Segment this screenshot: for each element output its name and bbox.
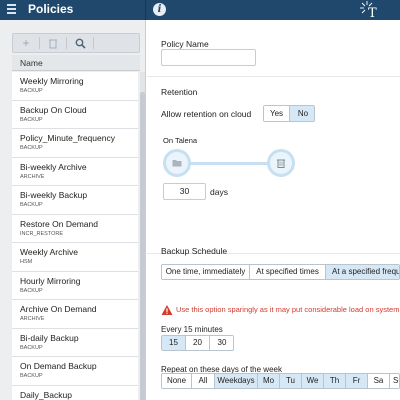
minutes-15-button[interactable]: 15 (162, 336, 186, 350)
retention-yes-button[interactable]: Yes (264, 106, 290, 121)
policy-list-item[interactable]: Hourly Mirroring BACKUP (12, 271, 138, 300)
backup-schedule-heading: Backup Schedule (161, 246, 228, 256)
policy-list-item[interactable]: Bi-weekly Backup BACKUP (12, 186, 138, 215)
policy-list-item[interactable]: Backup On Cloud BACKUP (12, 100, 138, 129)
info-icon[interactable]: i (153, 3, 166, 16)
policy-type: INCR_RESTORE (20, 230, 63, 237)
section-divider (147, 76, 400, 77)
policy-type: BACKUP (20, 145, 43, 151)
policy-type: BACKUP (20, 202, 43, 208)
add-policy-button[interactable]: + (13, 34, 39, 52)
days-of-week-group: None All Weekdays Mo Tu We Th Fr Sa Su (161, 373, 400, 389)
policy-list-item[interactable]: On Demand Backup BACKUP (12, 357, 138, 386)
trash-icon (49, 39, 57, 49)
svg-text:T: T (368, 6, 377, 20)
search-button[interactable] (67, 34, 93, 52)
days-all-button[interactable]: All (192, 374, 215, 388)
load-warning-text: Use this option sparingly as it may put … (176, 305, 400, 314)
delete-policy-button[interactable] (40, 34, 66, 52)
policy-type: BACKUP (20, 116, 43, 123)
retention-end-node[interactable] (267, 149, 295, 177)
policy-list-item[interactable]: Bi-weekly Archive ARCHIVE (12, 157, 138, 186)
day-we-button[interactable]: We (302, 374, 324, 388)
day-fr-button[interactable]: Fr (346, 374, 368, 388)
retention-no-button[interactable]: No (290, 106, 314, 121)
minutes-30-button[interactable]: 30 (210, 336, 233, 350)
day-sa-button[interactable]: Sa (368, 374, 390, 388)
day-tu-button[interactable]: Tu (280, 374, 302, 388)
policy-type: HSM (20, 259, 33, 265)
page-title: Policies (28, 2, 74, 16)
folder-icon (172, 160, 182, 167)
policy-type: BACKUP (20, 344, 43, 351)
top-bar: Policies i T (0, 0, 400, 21)
list-scrollbar[interactable] (140, 72, 145, 400)
day-th-button[interactable]: Th (324, 374, 346, 388)
schedule-options-group: One time, immediately At specified times… (161, 264, 400, 280)
policy-name: Weekly Mirroring (20, 76, 84, 86)
policy-list-item[interactable]: Daily_Backup (12, 385, 138, 400)
policy-list: Weekly Mirroring BACKUP Backup On Cloud BAC… (12, 72, 138, 400)
policy-name: Bi-weekly Backup (20, 190, 88, 200)
header-divider (145, 0, 146, 20)
policy-list-panel: + Name Weekly Mirroring BACKUP Backup On C… (0, 20, 146, 400)
schedule-one-time-button[interactable]: One time, immediately (162, 265, 250, 279)
policy-type: BACKUP (20, 287, 43, 294)
policy-list-item[interactable]: Bi-daily Backup BACKUP (12, 328, 138, 357)
policy-name: Bi-daily Backup (20, 332, 79, 343)
policy-name: Weekly Archive (20, 247, 78, 257)
frequency-label: Every 15 minutes (161, 325, 223, 334)
talena-logo-icon: T (357, 0, 383, 21)
list-toolbar: + (12, 33, 140, 53)
list-column-header[interactable]: Name (12, 55, 140, 71)
policy-name: Archive On Demand (20, 304, 97, 314)
policy-name: Policy_Minute_frequency (20, 133, 115, 143)
retention-heading: Retention (161, 87, 198, 97)
policy-name: Restore On Demand (20, 218, 98, 229)
policy-name: Daily_Backup (20, 389, 72, 400)
policy-type: ARCHIVE (20, 173, 45, 180)
day-su-button[interactable]: Su (390, 374, 399, 388)
policy-name: Backup On Cloud (20, 104, 87, 115)
policy-name: Hourly Mirroring (20, 275, 81, 286)
day-mo-button[interactable]: Mo (258, 374, 280, 388)
retention-days-input[interactable]: 30 (163, 183, 206, 200)
policy-list-item[interactable]: Policy_Minute_frequency BACKUP (12, 129, 138, 158)
schedule-specified-times-button[interactable]: At specified times (250, 265, 326, 279)
policy-list-item[interactable]: Weekly Archive HSM (12, 243, 138, 272)
days-weekdays-button[interactable]: Weekdays (215, 374, 258, 388)
policy-type: BACKUP (20, 373, 43, 379)
policy-list-item[interactable]: Weekly Mirroring BACKUP (12, 72, 138, 101)
policy-list-item[interactable]: Archive On Demand ARCHIVE (12, 300, 138, 329)
trash-icon (277, 159, 285, 168)
minutes-20-button[interactable]: 20 (186, 336, 210, 350)
policy-name: On Demand Backup (20, 361, 97, 371)
policy-type: ARCHIVE (20, 316, 45, 322)
on-talena-label: On Talena (163, 136, 198, 145)
retention-start-node[interactable] (163, 149, 191, 177)
scrollbar-thumb[interactable] (140, 92, 145, 400)
search-icon (75, 38, 86, 49)
policy-list-item[interactable]: Restore On Demand INCR_RESTORE (12, 214, 138, 243)
minutes-group: 15 20 30 (161, 335, 234, 351)
schedule-frequency-button[interactable]: At a specified frequency (326, 265, 399, 279)
retention-toggle: Yes No (263, 105, 315, 122)
policy-name-label: Policy Name (161, 39, 209, 49)
policy-form: Policy Name Retention Allow retention on… (147, 20, 400, 400)
allow-retention-label: Allow retention on cloud (161, 109, 252, 119)
days-unit-label: days (210, 187, 228, 197)
policy-name: Bi-weekly Archive (20, 161, 87, 172)
toolbar-separator (93, 37, 94, 49)
hamburger-menu-icon[interactable] (7, 4, 19, 16)
policy-name-input[interactable] (161, 49, 256, 66)
warning-icon (161, 305, 173, 315)
policy-type: BACKUP (20, 88, 43, 94)
days-none-button[interactable]: None (162, 374, 192, 388)
